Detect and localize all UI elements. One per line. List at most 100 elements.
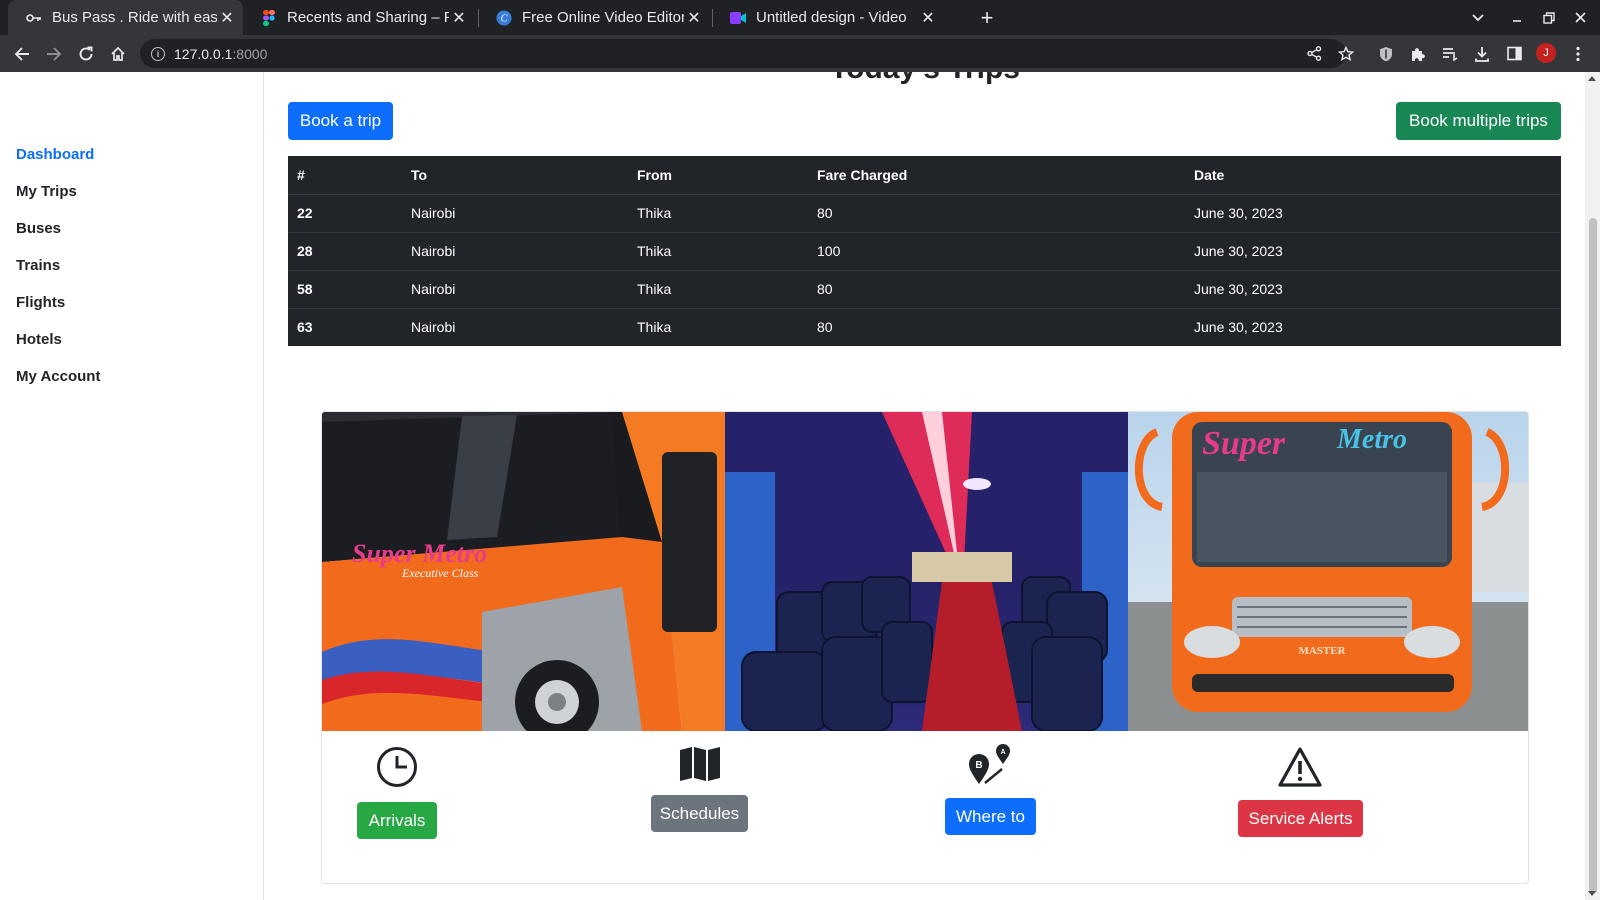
table-row: 28 Nairobi Thika 100 June 30, 2023 (288, 231, 1561, 270)
download-icon[interactable] (1468, 35, 1496, 72)
banner-logo-right-1: Super (1202, 425, 1286, 462)
book-trip-button[interactable]: Book a trip (288, 102, 393, 140)
figma-icon (261, 9, 277, 26)
tab-untitled-design[interactable]: Untitled design - Video ✕ (712, 0, 944, 35)
banner-logo-left: Super Metro (352, 539, 487, 568)
cell-date: June 30, 2023 (1185, 193, 1561, 232)
minimize-icon[interactable] (1502, 0, 1532, 35)
table-row: 58 Nairobi Thika 80 June 30, 2023 (288, 269, 1561, 308)
share-icon[interactable] (1300, 35, 1328, 72)
tab-bus-pass[interactable]: Bus Pass . Ride with ease ✕ (8, 0, 243, 35)
sidebar: Dashboard My Trips Buses Trains Flights … (0, 72, 264, 900)
sidebar-item-dashboard[interactable]: Dashboard (16, 146, 94, 163)
back-arrow-icon[interactable] (8, 35, 36, 72)
service-alerts-button[interactable]: Service Alerts (1238, 800, 1363, 837)
tab-search-chevron-icon[interactable] (1463, 0, 1493, 35)
book-multiple-trips-button[interactable]: Book multiple trips (1396, 102, 1561, 140)
route-icon: B A (968, 742, 1012, 786)
cell-number: 22 (288, 193, 402, 232)
cell-to: Nairobi (402, 307, 628, 346)
cell-number: 28 (288, 231, 402, 270)
table-row: 63 Nairobi Thika 80 June 30, 2023 (288, 307, 1561, 346)
svg-text:C: C (501, 13, 508, 24)
cell-date: June 30, 2023 (1185, 269, 1561, 308)
services-card: Super Metro Executive Class Super Metro … (321, 411, 1529, 884)
route-end-mark: A (1000, 749, 1005, 756)
cell-fare: 80 (808, 193, 1185, 232)
address-host: 127.0.0.1 (174, 45, 233, 62)
forward-arrow-icon[interactable] (40, 35, 68, 72)
cell-number: 63 (288, 307, 402, 346)
cell-fare: 80 (808, 307, 1185, 346)
reading-list-icon[interactable] (1436, 35, 1464, 72)
where-to-button[interactable]: Where to (945, 798, 1036, 835)
cell-to: Nairobi (402, 193, 628, 232)
page-scrollbar[interactable] (1585, 72, 1600, 900)
side-panel-icon[interactable] (1500, 35, 1528, 72)
column-header-number: # (288, 156, 402, 195)
close-icon[interactable]: ✕ (449, 8, 469, 28)
tab-canva-editor[interactable]: C Free Online Video Editor & Maker ✕ (478, 0, 710, 35)
route-start-mark: B (975, 760, 982, 771)
table-row: 22 Nairobi Thika 80 June 30, 2023 (288, 193, 1561, 232)
column-header-to: To (402, 156, 628, 195)
home-icon[interactable] (104, 35, 132, 72)
tab-title: Untitled design - Video (756, 9, 907, 26)
browser-tab-strip: Bus Pass . Ride with ease ✕ Recents and … (0, 0, 1600, 35)
sidebar-item-flights[interactable]: Flights (16, 294, 65, 311)
new-tab-button[interactable]: + (974, 0, 1000, 35)
banner-logo-left-sub: Executive Class (401, 566, 479, 580)
cell-date: June 30, 2023 (1185, 307, 1561, 346)
arrivals-button[interactable]: Arrivals (357, 802, 437, 839)
cell-date: June 30, 2023 (1185, 231, 1561, 270)
sidebar-item-my-trips[interactable]: My Trips (16, 183, 77, 200)
cell-fare: 100 (808, 231, 1185, 270)
scroll-down-icon[interactable] (1588, 891, 1596, 896)
column-header-fare: Fare Charged (808, 156, 1185, 195)
key-icon (26, 10, 42, 26)
close-icon[interactable]: ✕ (684, 8, 704, 28)
puzzle-extensions-icon[interactable] (1404, 35, 1432, 72)
warning-icon (1278, 746, 1322, 788)
address-bar[interactable]: i 127.0.0.1:8000 (140, 39, 1346, 68)
tab-figma[interactable]: Recents and Sharing – Figma ✕ (243, 0, 475, 35)
main-content: Today's Trips Book a trip Book multiple … (265, 72, 1585, 900)
cell-from: Thika (628, 307, 808, 346)
restore-icon[interactable] (1534, 0, 1564, 35)
sidebar-item-buses[interactable]: Buses (16, 220, 61, 237)
bookmark-star-icon[interactable] (1332, 35, 1360, 72)
cell-number: 58 (288, 269, 402, 308)
sidebar-item-hotels[interactable]: Hotels (16, 331, 62, 348)
shield-extension-icon[interactable] (1372, 35, 1400, 72)
column-header-date: Date (1185, 156, 1561, 195)
sidebar-item-trains[interactable]: Trains (16, 257, 60, 274)
cell-fare: 80 (808, 269, 1185, 308)
scroll-up-icon[interactable] (1588, 76, 1596, 81)
video-icon (730, 10, 746, 26)
tab-title: Free Online Video Editor & Maker (522, 9, 684, 26)
map-icon (679, 746, 721, 782)
scrollbar-thumb[interactable] (1589, 218, 1597, 894)
close-icon[interactable]: ✕ (918, 8, 938, 28)
cell-from: Thika (628, 269, 808, 308)
cell-from: Thika (628, 231, 808, 270)
profile-avatar[interactable]: J (1536, 43, 1556, 63)
kebab-menu-icon[interactable] (1564, 35, 1592, 72)
reload-icon[interactable] (72, 35, 100, 72)
bus-banner-image: Super Metro Executive Class Super Metro … (322, 412, 1528, 731)
banner-grille-text: MASTER (1298, 645, 1346, 657)
address-port: :8000 (232, 45, 268, 62)
canva-icon: C (496, 10, 512, 26)
tab-title: Recents and Sharing – Figma (287, 9, 449, 26)
sidebar-item-my-account[interactable]: My Account (16, 368, 100, 385)
schedules-button[interactable]: Schedules (651, 795, 748, 832)
cell-from: Thika (628, 193, 808, 232)
site-info-icon[interactable]: i (151, 46, 165, 61)
tab-title: Bus Pass . Ride with ease (52, 9, 217, 26)
page-title: Today's Trips (265, 72, 1585, 86)
close-window-icon[interactable] (1565, 0, 1595, 35)
table-header-row: # To From Fare Charged Date (288, 156, 1561, 195)
browser-toolbar: i 127.0.0.1:8000 (0, 35, 1600, 72)
trips-table: # To From Fare Charged Date 22 Nairobi T… (288, 156, 1561, 346)
close-icon[interactable]: ✕ (217, 8, 237, 28)
